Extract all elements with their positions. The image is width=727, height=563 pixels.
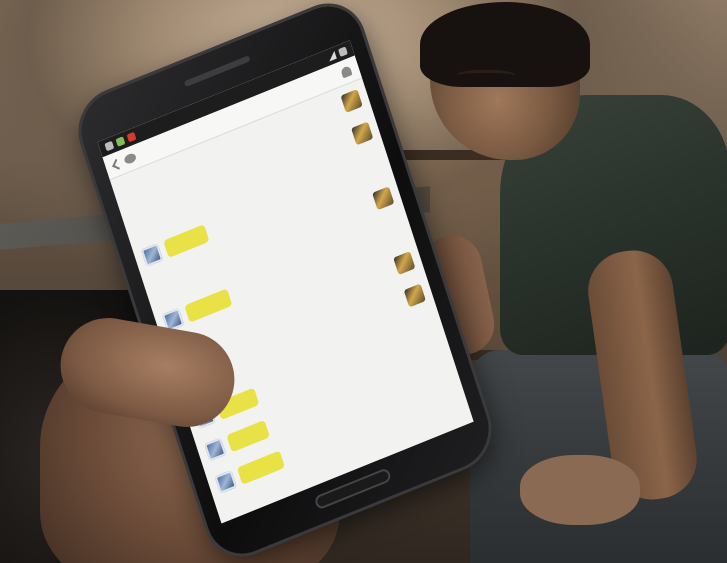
user-avatar[interactable]: [372, 186, 395, 211]
message-icon: [104, 140, 115, 152]
chat-message-left[interactable]: [204, 419, 270, 462]
battery-icon: [338, 46, 348, 57]
contact-avatar[interactable]: [140, 243, 164, 267]
user-avatar[interactable]: [340, 89, 363, 113]
chat-message-right[interactable]: [351, 121, 374, 146]
app-icon: [115, 136, 126, 147]
chat-message-left[interactable]: [161, 288, 233, 332]
contact-avatar[interactable]: [214, 469, 237, 494]
chat-message-left[interactable]: [140, 224, 210, 267]
chat-message-left[interactable]: [214, 450, 286, 494]
chat-icon: [123, 152, 138, 166]
chat-message-right[interactable]: [340, 89, 363, 113]
photo-scene: [0, 0, 727, 563]
message-bubble[interactable]: [184, 288, 233, 323]
phone-speaker: [183, 55, 251, 88]
back-icon[interactable]: [111, 158, 123, 170]
user-avatar[interactable]: [403, 283, 426, 308]
person-icon[interactable]: [340, 64, 353, 79]
user-avatar[interactable]: [351, 121, 374, 146]
person-hand: [520, 455, 640, 525]
red-app-icon: [126, 131, 137, 143]
person-glasses: [456, 70, 516, 85]
contact-avatar[interactable]: [204, 437, 227, 462]
chat-message-right[interactable]: [403, 283, 426, 308]
message-bubble[interactable]: [163, 224, 210, 258]
chat-message-right[interactable]: [372, 186, 395, 211]
message-bubble[interactable]: [236, 450, 286, 485]
chat-message-right[interactable]: [393, 251, 416, 276]
user-avatar[interactable]: [393, 251, 416, 276]
signal-icon: [326, 50, 337, 62]
message-bubble[interactable]: [226, 419, 270, 453]
